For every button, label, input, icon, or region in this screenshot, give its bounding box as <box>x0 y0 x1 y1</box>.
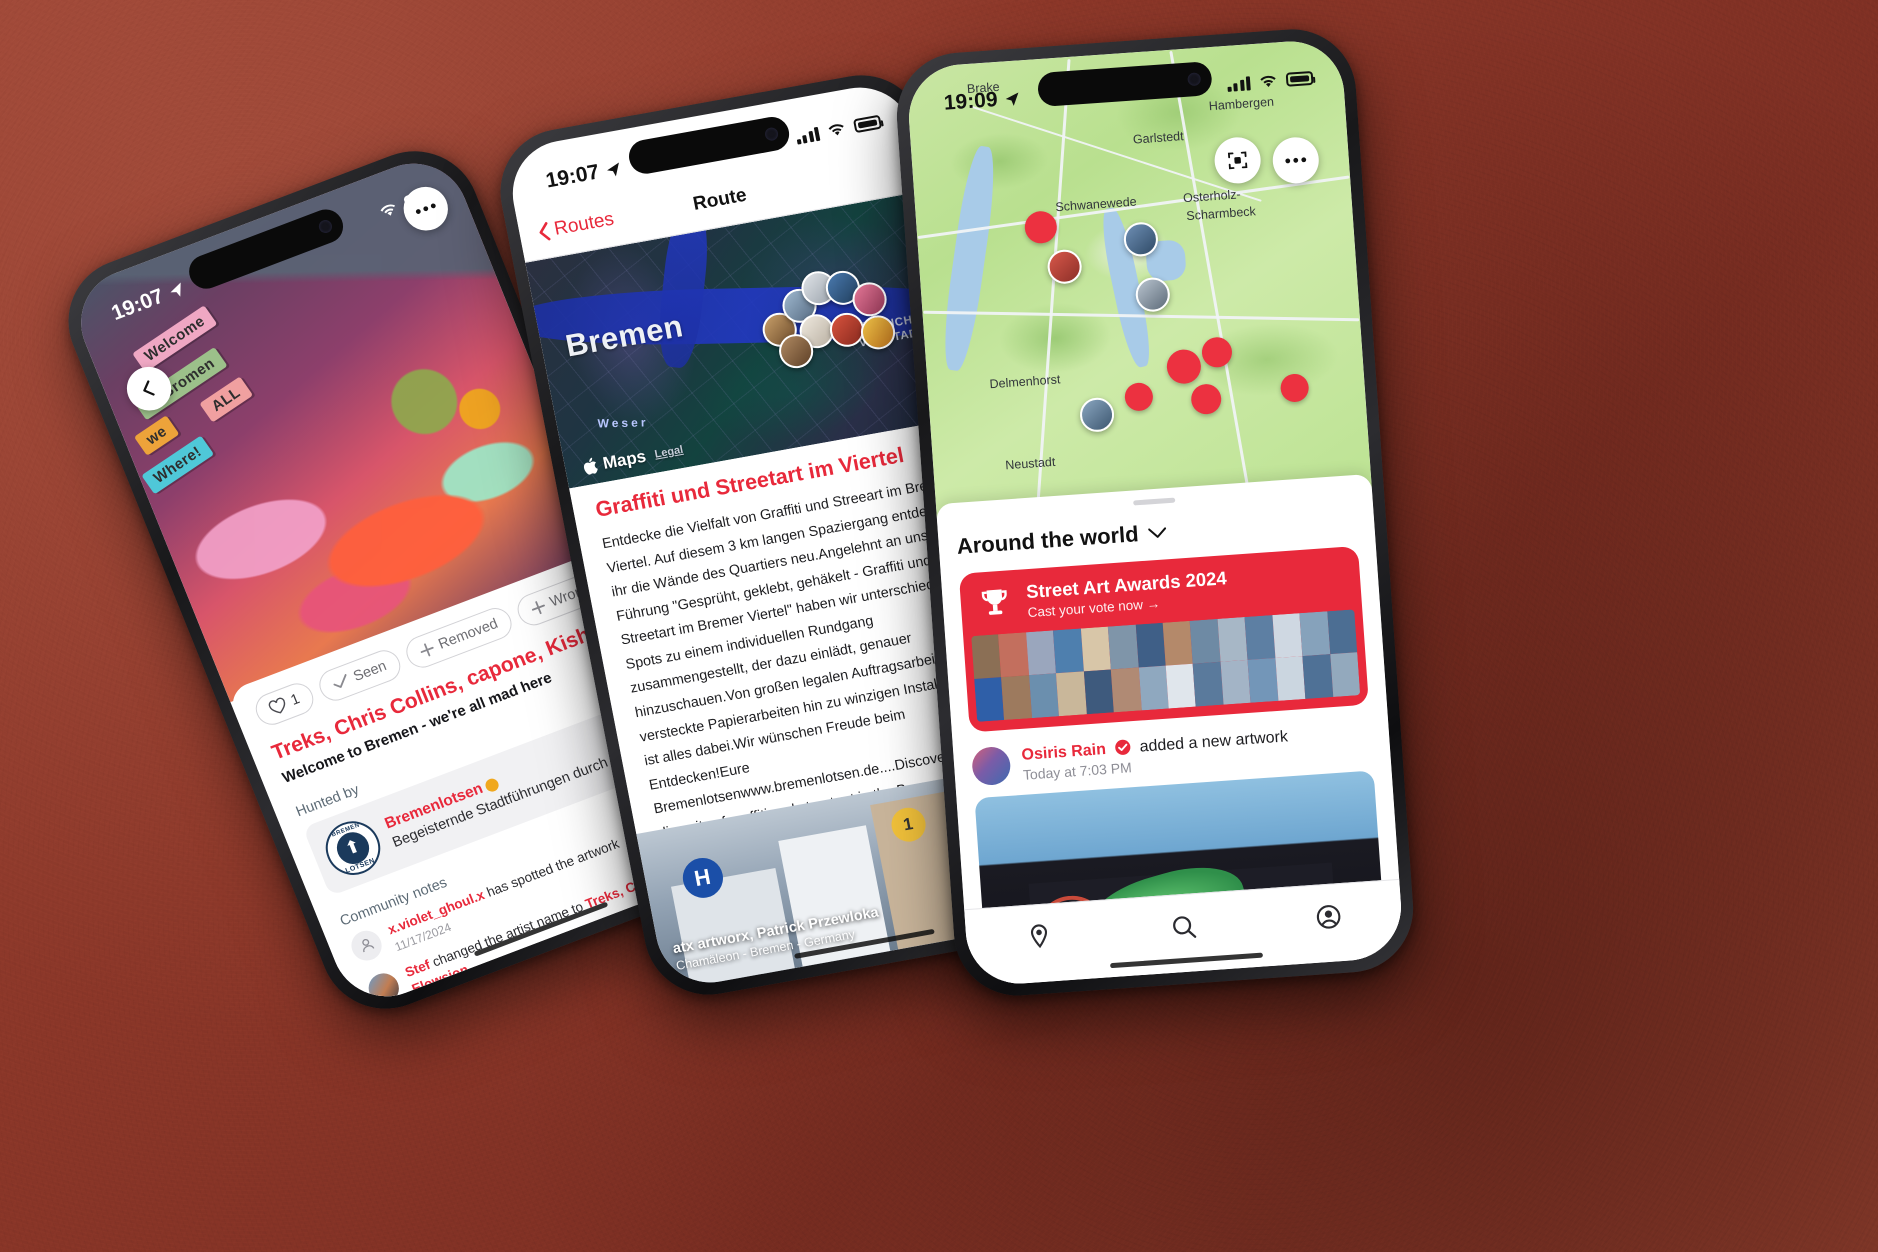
mosaic-tile <box>1326 609 1358 655</box>
mosaic-tile <box>1056 671 1087 717</box>
mosaic-tile <box>998 632 1029 678</box>
like-count: 1 <box>288 690 303 709</box>
search-icon <box>1173 915 1197 938</box>
mosaic-tile <box>1247 658 1279 704</box>
tab-profile[interactable] <box>1314 901 1344 931</box>
artwork-pin[interactable] <box>858 312 899 353</box>
mosaic-tile <box>1111 668 1142 713</box>
front-camera-icon <box>1187 72 1202 87</box>
back-arrow-icon <box>143 380 155 396</box>
phone-map-feed: Brake Hambergen Garlstedt Schwanewede Os… <box>892 25 1418 1000</box>
front-camera-icon <box>764 126 780 142</box>
check-icon <box>333 674 347 689</box>
mosaic-tile <box>1135 623 1166 669</box>
tab-map[interactable] <box>1024 922 1054 952</box>
apple-logo-icon <box>583 457 598 475</box>
battery-icon <box>402 187 434 211</box>
mosaic-tile <box>1272 613 1303 659</box>
mosaic-tile <box>1329 652 1361 698</box>
mosaic-tile <box>1299 611 1330 657</box>
mosaic-tile <box>1053 628 1084 674</box>
mosaic-tile <box>1025 630 1057 676</box>
tab-search[interactable] <box>1169 912 1199 942</box>
status-left: 19:09 <box>943 86 1020 115</box>
status-right <box>376 187 434 220</box>
mosaic-tile <box>974 677 1005 723</box>
mosaic-tile <box>1220 660 1251 706</box>
trophy-icon <box>981 589 1007 615</box>
bremenlotsen-logo-icon: BREMEN ⬆ LOTSEN <box>317 813 389 883</box>
plus-icon <box>420 643 434 657</box>
mosaic-tile <box>1165 664 1197 709</box>
mosaic-tile <box>1138 666 1169 711</box>
mosaic-tile <box>1028 673 1060 719</box>
person-glyph-icon <box>361 939 375 953</box>
more-dots-icon <box>1285 157 1307 164</box>
mosaic-tile <box>1108 625 1139 670</box>
status-time: 19:07 <box>543 160 602 193</box>
street-art-awards-banner[interactable]: Street Art Awards 2024 Cast your vote no… <box>958 546 1369 733</box>
avatar[interactable] <box>971 746 1012 787</box>
photo-avatar <box>364 969 404 1008</box>
battery-icon <box>1285 70 1314 87</box>
mosaic-tile <box>1217 617 1248 663</box>
scan-frame-icon <box>1227 151 1248 170</box>
seen-label: Seen <box>351 657 389 685</box>
mosaic-tile <box>1083 669 1115 715</box>
mosaic-tile <box>1001 675 1032 721</box>
maps-legal-link[interactable]: Legal <box>654 444 685 461</box>
status-time: 19:07 <box>108 284 168 326</box>
awards-text: Street Art Awards 2024 Cast your vote no… <box>1026 568 1229 621</box>
location-arrow-icon <box>1005 91 1019 106</box>
phone-frame: Brake Hambergen Garlstedt Schwanewede Os… <box>892 25 1418 1000</box>
signal-bars-icon <box>1226 75 1251 92</box>
wifi-icon <box>1260 75 1276 87</box>
feed-user-name[interactable]: Osiris Rain <box>1021 741 1106 764</box>
map-river-label: Weser <box>597 415 649 431</box>
status-left: 19:07 <box>544 157 623 194</box>
location-arrow-icon <box>606 162 619 176</box>
verified-badge-icon <box>1115 739 1131 755</box>
wifi-icon <box>828 123 844 135</box>
person-circle-icon <box>1317 904 1341 929</box>
mosaic-tile <box>1193 662 1224 708</box>
sheet-title: Around the world <box>956 521 1140 560</box>
mosaic-tile <box>1244 615 1276 661</box>
mosaic-tile <box>1302 654 1333 700</box>
mosaic-tile <box>1080 627 1112 672</box>
removed-label: Removed <box>436 615 501 653</box>
wifi-icon <box>380 204 395 216</box>
chevron-down-icon[interactable] <box>1148 527 1167 539</box>
feed-text: Osiris Rain added a new artwork Today at… <box>1021 727 1290 783</box>
person-icon <box>346 926 387 965</box>
battery-icon <box>852 114 883 134</box>
mosaic-tile <box>1275 656 1306 702</box>
mosaic-tile <box>1190 619 1221 665</box>
status-right <box>1226 70 1314 92</box>
plus-icon <box>531 600 545 614</box>
signal-bars-icon <box>794 125 821 145</box>
status-right <box>794 114 883 145</box>
front-camera-icon <box>317 218 335 235</box>
mosaic-tile <box>1162 621 1194 667</box>
heart-icon <box>268 697 286 714</box>
like-chip[interactable]: 1 <box>250 678 319 730</box>
verified-badge-icon <box>483 776 501 794</box>
mosaic-tile <box>971 634 1002 680</box>
status-time: 19:09 <box>943 88 999 115</box>
location-arrow-icon <box>170 282 181 297</box>
map-pin-icon <box>1030 923 1047 948</box>
phone3-screen: Brake Hambergen Garlstedt Schwanewede Os… <box>905 37 1405 988</box>
sheet-grabber[interactable] <box>1133 498 1176 506</box>
